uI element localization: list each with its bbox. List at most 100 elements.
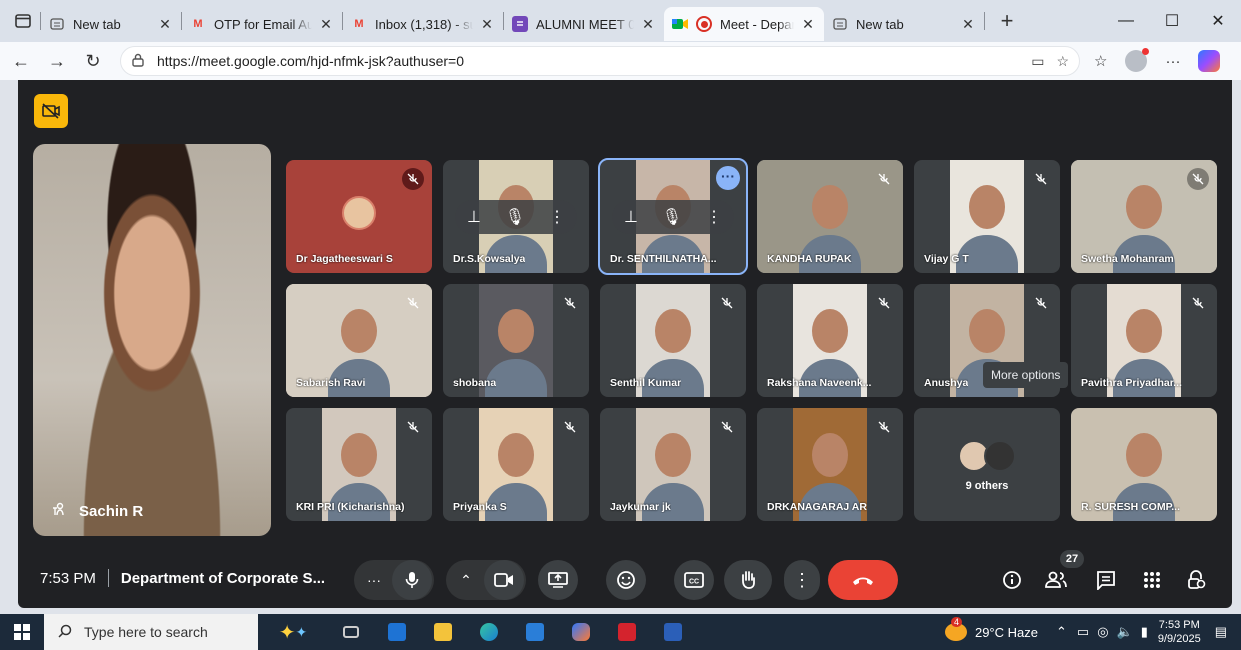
network-icon[interactable]: ◎ <box>1097 624 1108 640</box>
pin-icon[interactable]: ⊥ <box>467 207 481 227</box>
file-explorer-icon[interactable] <box>420 614 466 650</box>
host-controls-icon[interactable] <box>1182 566 1210 594</box>
taskbar-search-box[interactable]: Type here to search <box>44 614 258 650</box>
more-vert-icon[interactable]: ⋮ <box>706 207 722 227</box>
windows-start-icon[interactable] <box>0 614 44 650</box>
minimize-icon[interactable]: — <box>1103 0 1149 42</box>
mic-button[interactable] <box>392 560 432 600</box>
others-tile[interactable]: 9 others <box>914 408 1060 521</box>
participant-tile[interactable]: DRKANAGARAJ AR <box>757 408 903 521</box>
participant-tile[interactable]: Rakshana Naveenk... <box>757 284 903 397</box>
more-options-icon[interactable]: ··· <box>716 166 740 190</box>
participant-tile[interactable]: KRI PRI (Kicharishna) <box>286 408 432 521</box>
weather-text[interactable]: 29°C Haze <box>975 625 1038 640</box>
participant-tile-selected[interactable]: ··· ⊥ 🎙 ⋮ Dr. SENTHILNATHA... <box>598 158 748 275</box>
clock-time: 7:53 PM <box>1158 619 1200 631</box>
browser-tab[interactable]: M OTP for Email Authe ✕ <box>182 7 342 41</box>
participant-tile[interactable]: Jaykumar jk <box>600 408 746 521</box>
participant-tile[interactable]: Vijay G T <box>914 160 1060 273</box>
battery-icon[interactable]: ▭ <box>1077 624 1089 640</box>
browser-tab[interactable]: New tab ✕ <box>824 7 984 41</box>
raise-hand-button[interactable] <box>724 560 772 600</box>
search-highlight-icon[interactable]: ✦ ✦ <box>258 614 328 650</box>
participant-tile[interactable]: Pavithra Priyadhar... <box>1071 284 1217 397</box>
browser-tab-active[interactable]: Meet - Departm ✕ <box>664 7 824 41</box>
people-icon[interactable] <box>1042 566 1070 594</box>
participant-tile[interactable]: R. SURESH COMP... <box>1071 408 1217 521</box>
participant-tile[interactable]: KANDHA RUPAK <box>757 160 903 273</box>
reactions-button[interactable] <box>606 560 646 600</box>
close-window-icon[interactable]: ✕ <box>1195 0 1241 42</box>
participant-tile[interactable]: Swetha Mohanram <box>1071 160 1217 273</box>
tab-close-icon[interactable]: ✕ <box>479 16 495 33</box>
self-video-tile[interactable]: Sachin R <box>33 144 271 536</box>
copilot-app-icon[interactable] <box>558 614 604 650</box>
participant-tile[interactable]: Dr Jagatheeswari S <box>286 160 432 273</box>
tab-close-icon[interactable]: ✕ <box>800 16 816 33</box>
mic-off-icon <box>1187 168 1209 190</box>
taskbar-clock[interactable]: 7:53 PM 9/9/2025 <box>1158 618 1201 646</box>
present-screen-button[interactable] <box>538 560 578 600</box>
cast-icon[interactable]: ▭ <box>1031 53 1044 70</box>
mic-icon[interactable]: 🎙 <box>505 207 525 227</box>
task-view-icon[interactable] <box>328 614 374 650</box>
new-tab-button[interactable]: + <box>993 8 1021 34</box>
chat-icon[interactable] <box>1092 566 1120 594</box>
word-icon[interactable] <box>650 614 696 650</box>
video-options-icon[interactable]: ⌃ <box>448 572 484 589</box>
participant-tile[interactable]: Sabarish Ravi <box>286 284 432 397</box>
newtab-icon <box>49 16 65 32</box>
tab-close-icon[interactable]: ✕ <box>318 16 334 33</box>
maximize-icon[interactable]: ☐ <box>1149 0 1195 42</box>
edge-icon[interactable] <box>466 614 512 650</box>
tab-close-icon[interactable]: ✕ <box>157 16 173 33</box>
meeting-details: 7:53 PM Department of Corporate S... <box>40 548 325 608</box>
notifications-icon[interactable]: ▤ <box>1215 624 1227 640</box>
volume-icon[interactable]: 🔈 <box>1117 624 1133 640</box>
favorite-star-icon[interactable]: ☆ <box>1056 53 1069 70</box>
more-vert-icon[interactable]: ⋮ <box>549 207 565 227</box>
weather-icon[interactable]: 4 <box>944 617 967 641</box>
mic-tray-icon[interactable]: ▮ <box>1141 624 1148 640</box>
tab-close-icon[interactable]: ✕ <box>640 16 656 33</box>
activities-icon[interactable] <box>1138 566 1166 594</box>
browser-tab[interactable]: New tab ✕ <box>41 7 181 41</box>
mic-icon[interactable]: 🎙 <box>662 207 682 227</box>
mic-off-icon <box>559 292 581 314</box>
acrobat-icon[interactable] <box>604 614 650 650</box>
participant-name: DRKANAGARAJ AR <box>767 501 867 513</box>
mic-off-icon <box>402 168 424 190</box>
address-bar[interactable]: https://meet.google.com/hjd-nfmk-jsk?aut… <box>120 46 1080 76</box>
leave-call-button[interactable] <box>828 560 898 600</box>
tile-hover-controls: ⊥ 🎙 ⋮ <box>612 200 734 234</box>
site-info-icon[interactable] <box>131 53 149 70</box>
camera-off-badge-icon[interactable] <box>34 94 68 128</box>
favorites-icon[interactable]: ☆ <box>1094 52 1107 70</box>
audio-options-icon[interactable]: ··· <box>356 572 392 588</box>
participant-tile[interactable]: ⊥ 🎙 ⋮ Dr.S.Kowsalya <box>443 160 589 273</box>
more-menu-icon[interactable]: ··· <box>1165 53 1180 70</box>
participant-tile[interactable]: Priyanka S <box>443 408 589 521</box>
reload-icon[interactable]: ↻ <box>78 51 108 72</box>
clock-date: 9/9/2025 <box>1157 633 1201 645</box>
profile-avatar[interactable] <box>1125 48 1150 72</box>
back-icon[interactable]: ← <box>6 51 36 72</box>
store-icon[interactable] <box>512 614 558 650</box>
camera-button[interactable] <box>484 560 524 600</box>
more-options-button[interactable]: ⋮ <box>784 560 820 600</box>
participant-tile[interactable]: shobana <box>443 284 589 397</box>
pin-icon[interactable]: ⊥ <box>624 207 638 227</box>
browser-tab[interactable]: ALUMNI MEET 09.0 ✕ <box>504 7 664 41</box>
forward-icon[interactable]: → <box>42 51 72 72</box>
tab-actions-icon[interactable] <box>12 10 34 32</box>
participant-tile[interactable]: Senthil Kumar <box>600 284 746 397</box>
tab-close-icon[interactable]: ✕ <box>960 16 976 33</box>
copilot-icon[interactable] <box>1198 50 1221 72</box>
browser-tab[interactable]: M Inbox (1,318) - sure ✕ <box>343 7 503 41</box>
captions-button[interactable]: CC <box>674 560 714 600</box>
mic-off-icon <box>716 292 738 314</box>
outlook-icon[interactable] <box>374 614 420 650</box>
show-hidden-icons[interactable]: ⌃ <box>1056 624 1067 640</box>
participant-name: KRI PRI (Kicharishna) <box>296 501 405 513</box>
meeting-info-icon[interactable] <box>998 566 1026 594</box>
